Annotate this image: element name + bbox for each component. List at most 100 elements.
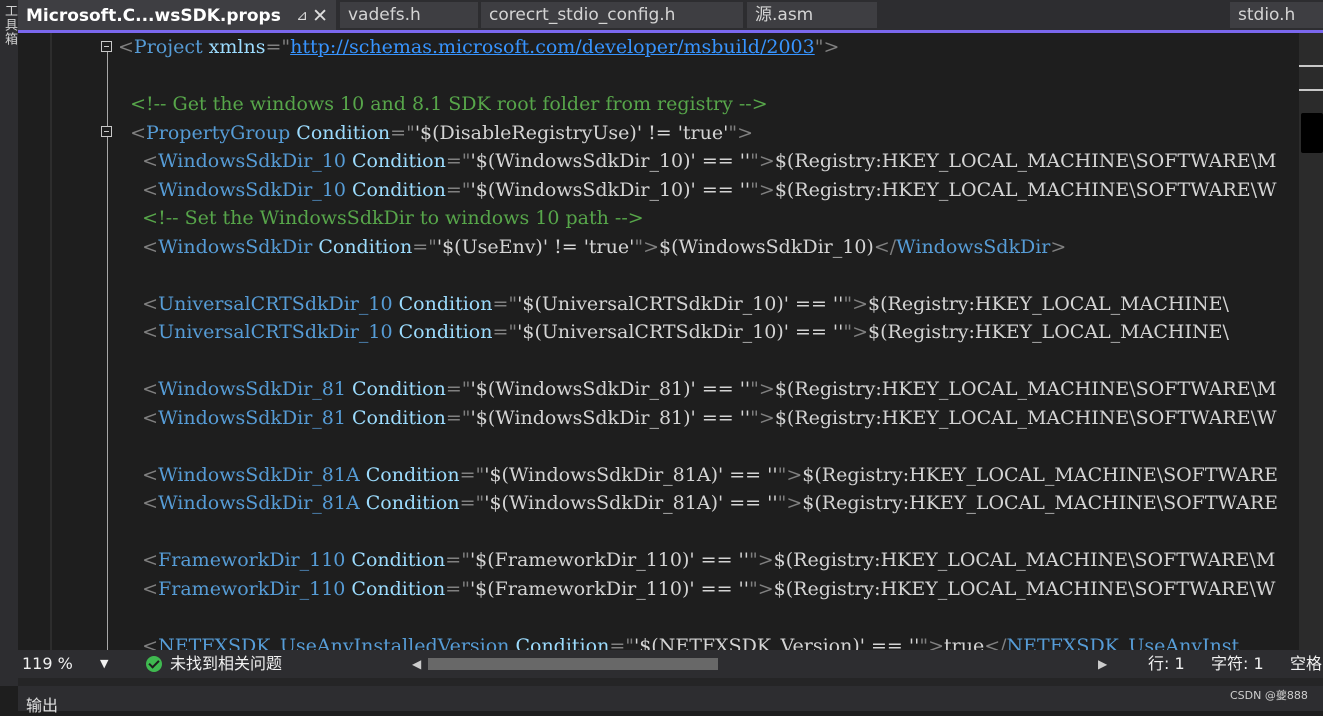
- code-token-delim: <: [118, 321, 159, 343]
- code-token-txt: $(Registry:HKEY_LOCAL_MACHINE\SOFTWARE\W: [774, 178, 1277, 201]
- fold-guide: [107, 137, 108, 650]
- code-line[interactable]: <FrameworkDir_110 Condition="'$(Framewor…: [118, 546, 1275, 574]
- code-token-attr: Condition: [359, 463, 460, 486]
- code-token-val: '$(WindowsSdkDir_81)' == '': [470, 406, 751, 429]
- code-token-delim: ">: [843, 321, 869, 343]
- panel-splitter[interactable]: [18, 678, 1323, 686]
- code-token-delim: <: [118, 150, 159, 172]
- tab-label: Microsoft.C...wsSDK.props: [26, 6, 281, 26]
- code-token-tag: WindowsSdkDir_10: [158, 178, 346, 201]
- code-token-delim: ">: [777, 463, 803, 486]
- code-line[interactable]: <NETFXSDK_UseAnyInstalledVersion Conditi…: [118, 632, 1239, 651]
- code-line[interactable]: <WindowsSdkDir Condition="'$(UseEnv)' !=…: [118, 233, 1066, 261]
- code-token-attr: Condition: [392, 292, 493, 315]
- code-token-delim: ">: [749, 577, 774, 600]
- code-line[interactable]: <PropertyGroup Condition="'$(DisableRegi…: [118, 119, 753, 147]
- code-token-tag: NETFXSDK_UseAnyInstalledVersion: [158, 634, 510, 651]
- code-token-delim: ">: [728, 121, 754, 144]
- scroll-marker: [1299, 89, 1323, 91]
- toolbox-side-strip[interactable]: 工具箱: [0, 0, 19, 686]
- code-token-txt: $(Registry:HKEY_LOCAL_MACHINE\SOFTWARE\M: [773, 549, 1276, 571]
- code-token-delim: ">: [919, 634, 945, 651]
- horizontal-scroll-thumb[interactable]: [428, 658, 718, 670]
- output-panel-title[interactable]: 输出: [26, 692, 58, 716]
- issues-label: 未找到相关问题: [170, 654, 283, 673]
- tab-corecrt-stdio-config-h[interactable]: corecrt_stdio_config.h: [481, 2, 743, 28]
- code-line[interactable]: <WindowsSdkDir_81A Condition="'$(Windows…: [118, 489, 1278, 517]
- code-line[interactable]: <WindowsSdkDir_81 Condition="'$(WindowsS…: [118, 404, 1276, 432]
- code-token-cmt: <!-- Get the windows 10 and 8.1 SDK root…: [118, 93, 768, 115]
- code-line[interactable]: <UniversalCRTSdkDir_10 Condition="'$(Uni…: [118, 290, 1229, 318]
- code-token-attr: Condition: [345, 378, 446, 400]
- code-token-delim: =": [445, 178, 471, 201]
- code-token-tag: WindowsSdkDir_81: [158, 378, 346, 400]
- code-token-val: '$(UniversalCRTSdkDir_10)' == '': [517, 292, 844, 315]
- zoom-dropdown[interactable]: 119 % ▼: [22, 650, 112, 678]
- code-line[interactable]: <WindowsSdkDir_10 Condition="'$(WindowsS…: [118, 176, 1277, 204]
- code-token-attr: Condition: [312, 235, 413, 258]
- code-token-attr: Condition: [392, 321, 493, 343]
- code-token-url[interactable]: http://schemas.microsoft.com/developer/m…: [290, 36, 815, 58]
- chevron-down-icon[interactable]: ▼: [100, 650, 108, 678]
- editor-gutter: [18, 33, 50, 650]
- code-line[interactable]: <!-- Get the windows 10 and 8.1 SDK root…: [118, 90, 768, 118]
- tab-stdio-h[interactable]: stdio.h: [1230, 2, 1323, 28]
- scroll-right-icon[interactable]: ▶: [1098, 656, 1107, 672]
- code-token-val: '$(WindowsSdkDir_81)' == '': [470, 378, 751, 400]
- horizontal-scrollbar[interactable]: ◀ ▶: [412, 656, 1107, 672]
- code-token-attr: Condition: [509, 634, 610, 651]
- code-token-delim: <: [118, 292, 159, 315]
- code-token-val: '$(WindowsSdkDir_81A)' == '': [484, 463, 778, 486]
- code-token-delim: <: [118, 549, 159, 571]
- tab-vadefs-h[interactable]: vadefs.h: [340, 2, 478, 28]
- code-token-tag: WindowsSdkDir_10: [158, 150, 346, 172]
- pin-icon[interactable]: ⊿: [296, 0, 308, 30]
- code-token-delim: <: [118, 463, 159, 486]
- code-token-delim: ">: [634, 235, 660, 258]
- code-token-delim: =": [459, 492, 485, 514]
- code-editor[interactable]: <Project xmlns="http://schemas.microsoft…: [18, 33, 1299, 650]
- code-line[interactable]: <!-- Set the WindowsSdkDir to windows 10…: [118, 204, 644, 232]
- close-icon[interactable]: ✕: [312, 0, 328, 30]
- tab-label: stdio.h: [1238, 5, 1296, 25]
- code-token-delim: =": [390, 121, 415, 144]
- code-token-val: '$(FrameworkDir_110)' == '': [469, 549, 749, 571]
- code-line[interactable]: <FrameworkDir_110 Condition="'$(Framewor…: [118, 575, 1275, 603]
- code-token-delim: <: [118, 378, 159, 400]
- code-token-delim: =": [412, 235, 437, 258]
- code-line[interactable]: <WindowsSdkDir_81A Condition="'$(Windows…: [118, 461, 1278, 489]
- code-token-delim: <: [118, 178, 159, 201]
- code-token-delim: =": [445, 150, 471, 172]
- code-token-val: '$(WindowsSdkDir_10)' == '': [470, 178, 751, 201]
- fold-toggle-project[interactable]: [101, 41, 112, 52]
- code-token-txt: $(Registry:HKEY_LOCAL_MACHINE\SOFTWARE\M: [774, 378, 1277, 400]
- code-token-attr: Condition: [345, 150, 446, 172]
- code-line[interactable]: <Project xmlns="http://schemas.microsoft…: [118, 33, 839, 61]
- code-token-val: '$(FrameworkDir_110)' == '': [469, 577, 749, 600]
- code-token-delim: <: [118, 577, 159, 600]
- whitespace-mode-indicator[interactable]: 空格: [1290, 650, 1322, 678]
- code-token-delim: =": [492, 292, 518, 315]
- code-token-delim: =": [445, 577, 470, 600]
- vertical-scrollbar[interactable]: [1299, 33, 1323, 650]
- code-token-attr: Condition: [345, 577, 446, 600]
- code-token-cmt: <!-- Set the WindowsSdkDir to windows 10…: [118, 207, 644, 229]
- code-token-txt: $(Registry:HKEY_LOCAL_MACHINE\SOFTWARE: [802, 492, 1279, 514]
- code-line[interactable]: <WindowsSdkDir_10 Condition="'$(WindowsS…: [118, 147, 1276, 175]
- code-token-tag: WindowsSdkDir: [158, 235, 313, 258]
- code-line[interactable]: <WindowsSdkDir_81 Condition="'$(WindowsS…: [118, 375, 1276, 403]
- code-token-tag: NETFXSDK_UseAnyInst: [1006, 634, 1240, 651]
- cursor-char-indicator[interactable]: 字符: 1: [1211, 650, 1264, 678]
- tab-microsoft-windowssdk-props[interactable]: Microsoft.C...wsSDK.props ⊿ ✕: [18, 0, 336, 30]
- code-line[interactable]: <UniversalCRTSdkDir_10 Condition="'$(Uni…: [118, 318, 1229, 346]
- code-token-val: '$(NETFXSDK_Version)' == '': [633, 634, 920, 651]
- document-tab-bar: Microsoft.C...wsSDK.props ⊿ ✕ vadefs.h c…: [18, 0, 1323, 32]
- code-token-txt: $(Registry:HKEY_LOCAL_MACHINE\: [868, 292, 1229, 315]
- cursor-line-indicator[interactable]: 行: 1: [1148, 650, 1185, 678]
- scroll-thumb[interactable]: [1301, 113, 1323, 153]
- scroll-left-icon[interactable]: ◀: [412, 656, 421, 672]
- zoom-level: 119 %: [22, 654, 73, 673]
- tab-source-asm[interactable]: 源.asm: [747, 2, 877, 28]
- toolbox-label[interactable]: 工具箱: [1, 4, 17, 46]
- fold-toggle-propertygroup[interactable]: [101, 126, 112, 137]
